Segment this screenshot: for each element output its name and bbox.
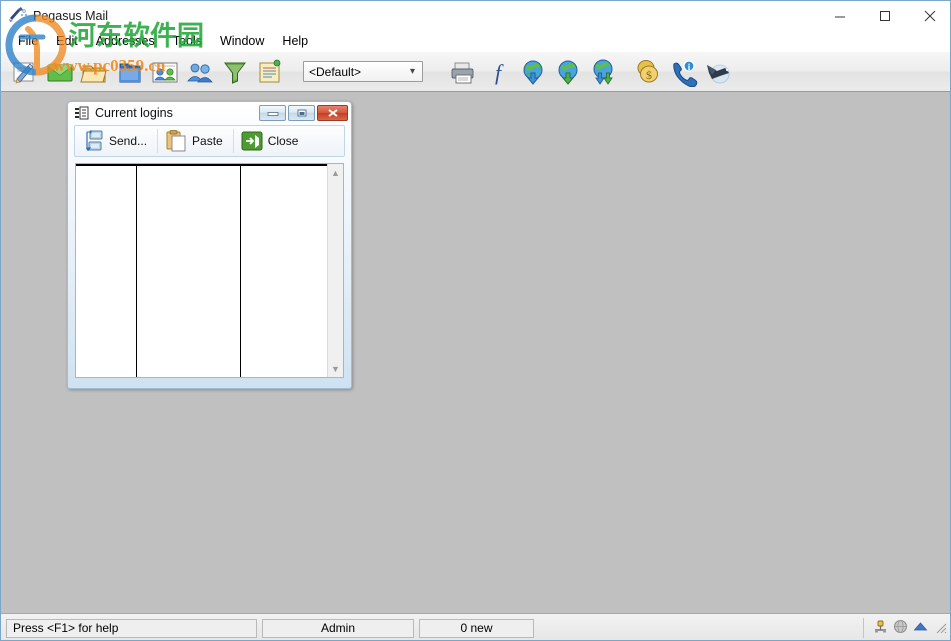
status-bar: Press <F1> for help Admin 0 new xyxy=(1,613,950,640)
paste-button[interactable]: Paste xyxy=(160,127,230,155)
main-toolbar: <Default> ▾ f $ i xyxy=(1,52,950,92)
maximize-button[interactable] xyxy=(862,1,907,30)
child-window-title: Current logins xyxy=(95,106,173,120)
child-title-bar: Current logins xyxy=(68,102,351,124)
child-window-controls xyxy=(259,105,348,121)
chevron-up-icon[interactable]: ▲ xyxy=(328,164,344,181)
child-close-button[interactable] xyxy=(317,105,348,121)
font-icon[interactable]: f xyxy=(481,55,514,89)
menu-help[interactable]: Help xyxy=(273,32,317,50)
read-mail-icon[interactable] xyxy=(43,55,76,89)
status-newmail-panel: 0 new xyxy=(419,618,534,638)
distribution-lists-icon[interactable] xyxy=(148,55,181,89)
filter-funnel-icon[interactable] xyxy=(218,55,251,89)
menu-window[interactable]: Window xyxy=(211,32,273,50)
folders-icon[interactable] xyxy=(78,55,111,89)
menu-edit[interactable]: Edit xyxy=(47,32,87,50)
chevron-down-icon[interactable]: ▼ xyxy=(328,360,344,377)
menu-bar: File Edit Addresses Tools Window Help xyxy=(1,30,950,52)
close-list-button[interactable]: Close xyxy=(236,127,306,155)
coins-icon[interactable]: $ xyxy=(631,55,664,89)
new-message-icon[interactable] xyxy=(8,55,41,89)
send-button-label: Send... xyxy=(109,134,148,148)
status-icons xyxy=(863,618,928,638)
support-phone-icon[interactable]: i xyxy=(666,55,699,89)
svg-text:f: f xyxy=(494,60,503,85)
close-list-button-label: Close xyxy=(267,134,299,148)
child-toolbar: Send... Paste Close xyxy=(74,125,345,157)
network-connector-icon[interactable] xyxy=(873,619,888,637)
status-help-text: Press <F1> for help xyxy=(13,621,119,635)
print-icon[interactable] xyxy=(446,55,479,89)
window-title: Pegasus Mail xyxy=(33,8,109,23)
menu-file[interactable]: File xyxy=(9,32,47,50)
toolbar-separator xyxy=(157,129,159,153)
column-divider-1[interactable] xyxy=(136,166,137,377)
paste-button-label: Paste xyxy=(192,134,223,148)
address-book-icon[interactable] xyxy=(183,55,216,89)
blue-triangle-icon[interactable] xyxy=(913,619,928,637)
status-user-panel: Admin xyxy=(262,618,414,638)
resize-grip-icon[interactable] xyxy=(934,621,948,635)
close-button[interactable] xyxy=(907,1,950,30)
child-minimize-button[interactable] xyxy=(259,105,286,121)
child-restore-button[interactable] xyxy=(288,105,315,121)
blue-folder-icon[interactable] xyxy=(113,55,146,89)
chevron-down-icon: ▾ xyxy=(409,65,415,77)
menu-tools[interactable]: Tools xyxy=(164,32,211,50)
status-help-panel: Press <F1> for help xyxy=(6,618,257,638)
send-button[interactable]: Send... xyxy=(77,127,154,155)
logins-list-body[interactable] xyxy=(76,164,327,377)
pegasus-mail-icon xyxy=(7,6,29,26)
status-user-text: Admin xyxy=(320,621,355,635)
logins-list[interactable]: ▲ ▼ xyxy=(75,163,344,378)
pegasus-bird-icon[interactable] xyxy=(701,55,734,89)
logins-list-scrollbar[interactable]: ▲ ▼ xyxy=(327,164,343,377)
check-mail-icon[interactable] xyxy=(551,55,584,89)
svg-text:$: $ xyxy=(646,68,652,82)
notepad-icon[interactable] xyxy=(253,55,286,89)
menu-addresses[interactable]: Addresses xyxy=(87,32,164,50)
toolbar-separator xyxy=(232,129,234,153)
login-list-icon xyxy=(75,106,89,120)
send-receive-icon[interactable] xyxy=(586,55,619,89)
pegasus-mail-window: Pegasus Mail File Edit Addresses Tools W… xyxy=(0,0,951,641)
column-divider-2[interactable] xyxy=(240,166,241,377)
title-bar: Pegasus Mail xyxy=(1,1,950,30)
current-logins-window: Current logins Send... Paste Close ▲ ▼ xyxy=(67,101,352,389)
status-newmail-text: 0 new xyxy=(460,621,493,635)
send-mail-icon[interactable] xyxy=(516,55,549,89)
identity-select[interactable]: <Default> ▾ xyxy=(303,61,423,82)
mdi-desktop: Current logins Send... Paste Close ▲ ▼ xyxy=(1,92,950,613)
globe-offline-icon[interactable] xyxy=(893,619,908,637)
minimize-button[interactable] xyxy=(817,1,862,30)
identity-select-value: <Default> xyxy=(309,64,362,79)
window-controls xyxy=(817,1,950,30)
